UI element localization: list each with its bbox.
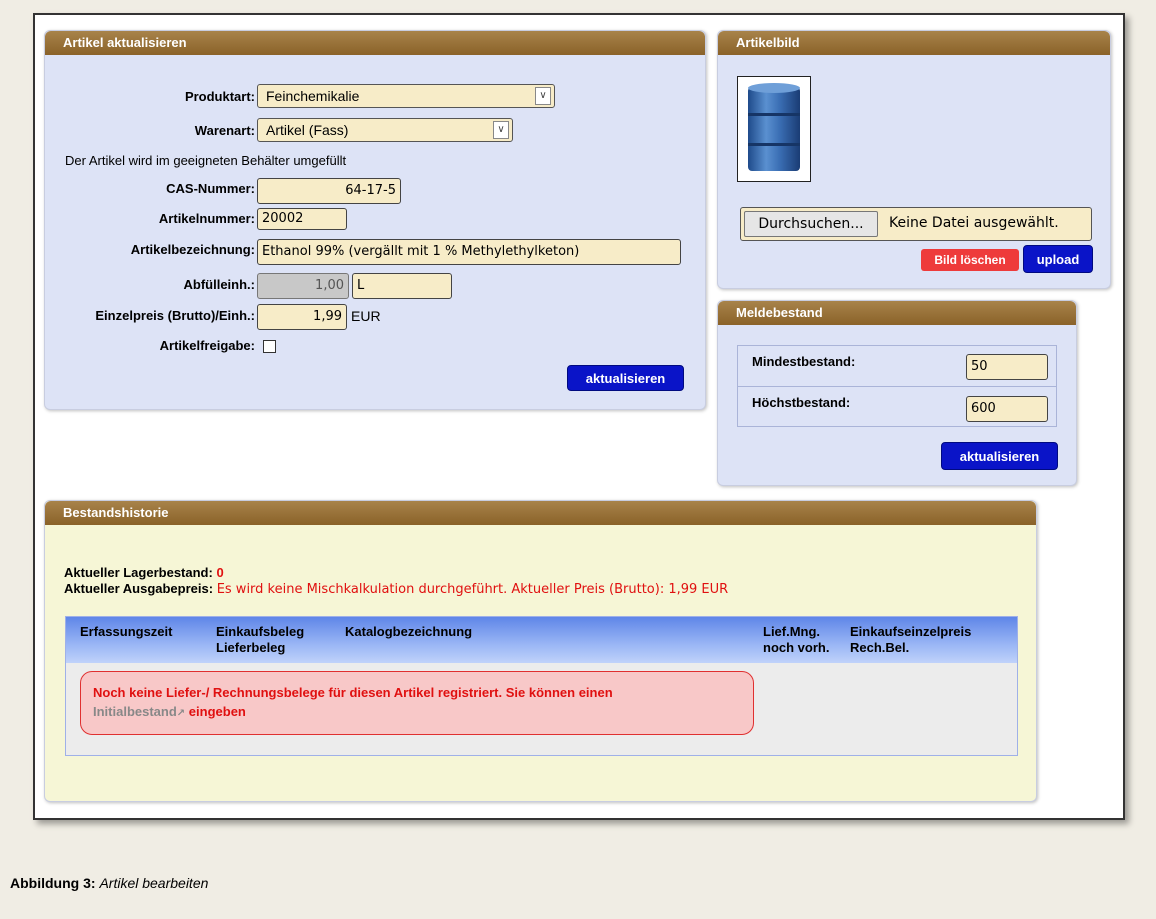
bild-loeschen-button[interactable]: Bild löschen [921, 249, 1019, 271]
artikelnummer-label: Artikelnummer: [158, 211, 255, 226]
bestandshistorie-panel: Bestandshistorie Aktueller Lagerbestand:… [44, 500, 1037, 802]
warenart-value: Artikel (Fass) [266, 122, 349, 138]
col-erfassungszeit: Erfassungszeit [80, 624, 173, 639]
file-status: Keine Datei ausgewählt. [889, 215, 1059, 231]
ausgabepreis-label: Aktueller Ausgabepreis: [64, 581, 214, 596]
mindestbestand-label: Mindestbestand: [752, 354, 856, 369]
abfuell-field: 1,00 [257, 273, 349, 299]
freigabe-label: Artikelfreigabe: [159, 338, 255, 353]
artikelnummer-field[interactable]: 20002 [257, 208, 347, 230]
preis-label: Einzelpreis (Brutto)/Einh.: [95, 308, 255, 323]
artikel-image [737, 76, 811, 182]
ausgabepreis-line: Aktueller Ausgabepreis: Es wird keine Mi… [64, 581, 728, 597]
bezeichnung-label: Artikelbezeichnung: [130, 242, 255, 257]
bestandshistorie-panel-title: Bestandshistorie [45, 501, 1036, 525]
chevron-down-icon: ∨ [535, 87, 551, 105]
file-upload-input[interactable]: Durchsuchen... Keine Datei ausgewählt. [740, 207, 1092, 241]
umfuell-info-text: Der Artikel wird im geeigneten Behälter … [65, 153, 347, 168]
meldebestand-panel-title: Meldebestand [718, 301, 1076, 325]
ausgabepreis-value: Es wird keine Mischkalkulation durchgefü… [216, 582, 729, 597]
hoechstbestand-row: Höchstbestand: 600 [738, 387, 1056, 427]
artikelbild-panel-title: Artikelbild [718, 31, 1110, 55]
abfuell-unit-field[interactable]: L [352, 273, 452, 299]
preis-unit: EUR [351, 308, 381, 324]
freigabe-checkbox[interactable] [263, 340, 276, 353]
abfuell-label: Abfülleinh.: [183, 277, 256, 292]
no-records-notice: Noch keine Liefer-/ Rechnungsbelege für … [80, 671, 754, 735]
chevron-down-icon: ∨ [493, 121, 509, 139]
produktart-label: Produktart: [184, 89, 255, 104]
cas-label: CAS-Nummer: [166, 181, 255, 196]
lagerbestand-line: Aktueller Lagerbestand: 0 [64, 565, 224, 580]
cas-field[interactable]: 64-17-5 [257, 178, 401, 204]
produktart-select[interactable]: Feinchemikalie ∨ [257, 84, 555, 108]
caption-label: Abbildung 3: [10, 875, 96, 891]
artikel-aktualisieren-button[interactable]: aktualisieren [567, 365, 684, 391]
meldebestand-panel: Meldebestand Mindestbestand: 50 Höchstbe… [717, 300, 1077, 486]
artikel-panel-title: Artikel aktualisieren [45, 31, 705, 55]
warenart-label: Warenart: [194, 123, 255, 138]
external-link-icon: ↗ [176, 708, 186, 719]
browse-button[interactable]: Durchsuchen... [744, 211, 878, 237]
preis-field[interactable]: 1,99 [257, 304, 347, 330]
initialbestand-link[interactable]: Initialbestand [93, 704, 177, 719]
warenart-select[interactable]: Artikel (Fass) ∨ [257, 118, 513, 142]
caption-text: Artikel bearbeiten [99, 875, 209, 891]
mindestbestand-field[interactable]: 50 [966, 354, 1048, 380]
col-einkaufsbeleg: Einkaufsbeleg Lieferbeleg [216, 624, 305, 655]
artikel-panel: Artikel aktualisieren Produktart: Feinch… [44, 30, 706, 410]
upload-button[interactable]: upload [1023, 245, 1093, 273]
barrel-image [748, 83, 800, 171]
meldebestand-aktualisieren-button[interactable]: aktualisieren [941, 442, 1058, 470]
history-table-header: Erfassungszeit Einkaufsbeleg Lieferbeleg… [66, 617, 1017, 663]
col-katalogbezeichnung: Katalogbezeichnung [345, 624, 473, 639]
mindestbestand-row: Mindestbestand: 50 [738, 346, 1056, 387]
meldebestand-table: Mindestbestand: 50 Höchstbestand: 600 [737, 345, 1057, 427]
notice-text: Noch keine Liefer-/ Rechnungsbelege für … [93, 685, 613, 700]
bezeichnung-field[interactable]: Ethanol 99% (vergällt mit 1 % Methylethy… [257, 239, 681, 265]
screenshot-frame: Artikel aktualisieren Produktart: Feinch… [33, 13, 1125, 820]
lagerbestand-value: 0 [216, 565, 224, 580]
figure-caption: Abbildung 3: Artikel bearbeiten [10, 875, 208, 891]
produktart-value: Feinchemikalie [266, 88, 360, 104]
hoechstbestand-field[interactable]: 600 [966, 396, 1048, 422]
hoechstbestand-label: Höchstbestand: [752, 395, 851, 410]
col-liefmenge: Lief.Mng. noch vorh. [763, 624, 830, 655]
notice-suffix: eingeben [185, 704, 246, 719]
artikelbild-panel: Artikelbild Durchsuchen... Keine Datei a… [717, 30, 1111, 289]
history-table: Erfassungszeit Einkaufsbeleg Lieferbeleg… [65, 616, 1018, 756]
lagerbestand-label: Aktueller Lagerbestand: [64, 565, 213, 580]
col-einkaufseinzelpreis: Einkaufseinzelpreis Rech.Bel. [850, 624, 972, 655]
